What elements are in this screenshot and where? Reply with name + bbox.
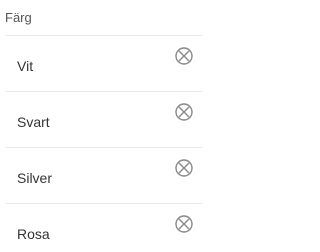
remove-button[interactable] [174,214,194,234]
remove-icon [175,47,193,65]
remove-icon [175,215,193,233]
list-item-silver[interactable]: Silver [5,148,203,204]
remove-icon [175,103,193,121]
item-label: Silver [17,170,53,186]
remove-button[interactable] [174,102,194,122]
item-label: Vit [17,58,34,74]
remove-button[interactable] [174,46,194,66]
remove-icon [175,159,193,177]
color-option-list: Vit Svart Silver Rosa [5,35,203,252]
list-item-rosa[interactable]: Rosa [5,204,203,252]
remove-button[interactable] [174,158,194,178]
item-label: Svart [17,114,50,130]
item-label: Rosa [17,226,50,242]
filter-title: Färg [5,10,32,25]
list-item-svart[interactable]: Svart [5,92,203,148]
color-filter-panel: Färg Vit Svart Silver Rosa [0,0,203,252]
list-item-vit[interactable]: Vit [5,36,203,92]
